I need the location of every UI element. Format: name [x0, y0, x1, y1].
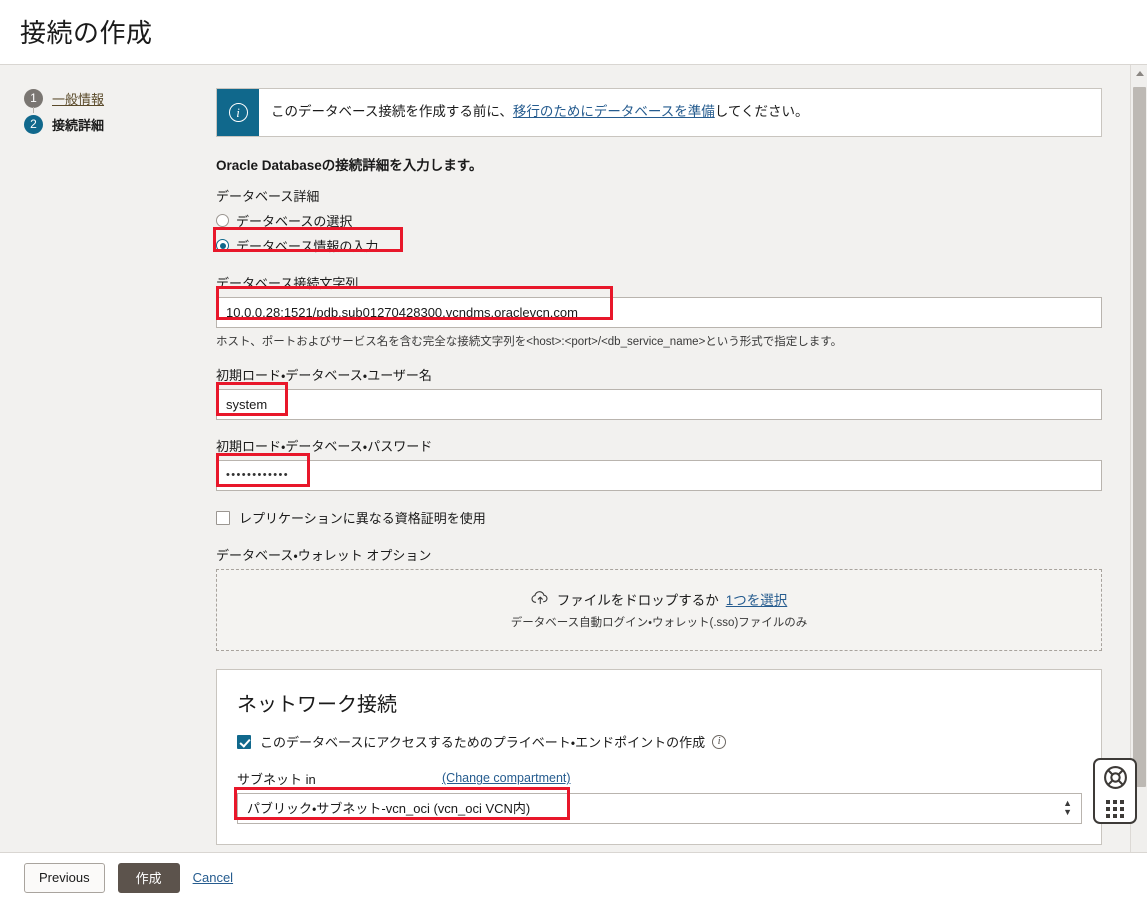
create-connection-page: 接続の作成 1 一般情報 2 接続詳細 i このデータベース接続を作成 — [0, 0, 1147, 902]
replication-credentials-label: レプリケーションに異なる資格証明を使用 — [239, 508, 486, 527]
subnet-header: サブネット in (Change compartment) — [237, 769, 1081, 788]
radio-select-database-label: データベースの選択 — [236, 211, 352, 230]
change-compartment-link[interactable]: (Change compartment) — [442, 771, 571, 785]
prepare-database-link[interactable]: 移行のためにデータベースを準備 — [513, 104, 715, 119]
page-title: 接続の作成 — [20, 13, 153, 50]
radio-select-database-control[interactable] — [216, 214, 229, 227]
wallet-options-label: データベース・ウォレット オプション — [216, 545, 1106, 564]
password-label: 初期ロード・データベース・パスワード — [216, 436, 1106, 455]
radio-select-database[interactable]: データベースの選択 — [216, 210, 1106, 232]
replication-credentials-checkbox-control[interactable] — [216, 511, 230, 525]
username-label: 初期ロード・データベース・ユーザー名 — [216, 365, 1106, 384]
info-icon[interactable]: i — [712, 735, 726, 749]
step-number-1: 1 — [24, 89, 43, 108]
info-banner-text: このデータベース接続を作成する前に、移行のためにデータベースを準備してください。 — [259, 89, 820, 136]
wallet-select-file-link[interactable]: 1つを選択 — [726, 589, 788, 609]
scrollbar-thumb[interactable] — [1133, 87, 1146, 787]
network-connectivity-panel: ネットワーク接続 このデータベースにアクセスするためのプライベート・エンドポイン… — [216, 669, 1102, 845]
info-banner-text-after: してください。 — [715, 104, 809, 119]
info-banner: i このデータベース接続を作成する前に、移行のためにデータベースを準備してくださ… — [216, 88, 1102, 137]
database-details-label: データベース詳細 — [216, 186, 1106, 205]
page-footer: Previous 作成 Cancel — [0, 852, 1147, 902]
subnet-select[interactable]: パブリック・サブネット-vcn_oci (vcn_oci VCN内) ▲▼ — [237, 793, 1082, 824]
network-panel-title: ネットワーク接続 — [237, 688, 1081, 717]
create-button[interactable]: 作成 — [118, 863, 180, 893]
sidebar-item-connection-details[interactable]: 2 接続詳細 — [24, 114, 194, 134]
cloud-upload-icon — [531, 590, 550, 608]
private-endpoint-label: このデータベースにアクセスするためのプライベート・エンドポイントの作成 — [260, 732, 705, 751]
apps-grid-icon[interactable] — [1106, 800, 1124, 818]
step-label-general-info[interactable]: 一般情報 — [52, 89, 104, 108]
username-input[interactable]: system — [216, 389, 1102, 420]
cancel-link[interactable]: Cancel — [193, 870, 233, 885]
replication-credentials-checkbox[interactable]: レプリケーションに異なる資格証明を使用 — [216, 507, 1106, 529]
connection-string-helper: ホスト、ポートおよびサービス名を含む完全な接続文字列を<host>:<port>… — [216, 333, 1106, 349]
radio-enter-database-info[interactable]: データベース情報の入力 — [216, 235, 1106, 257]
chevron-updown-icon: ▲▼ — [1063, 800, 1072, 816]
vertical-scrollbar[interactable] — [1130, 65, 1147, 852]
section-heading: Oracle Databaseの接続詳細を入力します。 — [216, 154, 1106, 174]
wallet-dropzone-subtext: データベース自動ログイン・ウォレット(.sso)ファイルのみ — [511, 614, 808, 630]
subnet-label: サブネット in — [237, 769, 442, 788]
step-number-2: 2 — [24, 115, 43, 134]
info-icon: i — [229, 103, 248, 122]
connection-details-form: i このデータベース接続を作成する前に、移行のためにデータベースを準備してくださ… — [216, 88, 1106, 845]
connection-string-label: データベース接続文字列 — [216, 273, 1106, 292]
private-endpoint-checkbox-control[interactable] — [237, 735, 251, 749]
radio-enter-database-info-label: データベース情報の入力 — [236, 236, 378, 255]
lifebuoy-icon[interactable] — [1103, 765, 1128, 795]
wizard-steps: 1 一般情報 2 接続詳細 — [24, 88, 194, 140]
connection-string-input[interactable]: 10.0.0.28:1521/pdb.sub01270428300.vcndms… — [216, 297, 1102, 328]
scroll-up-button[interactable] — [1131, 65, 1147, 82]
wallet-dropzone[interactable]: ファイルをドロップするか 1つを選択 データベース自動ログイン・ウォレット(.s… — [216, 569, 1102, 651]
page-header: 接続の作成 — [0, 0, 1147, 65]
subnet-select-value: パブリック・サブネット-vcn_oci (vcn_oci VCN内) — [238, 794, 1081, 823]
info-banner-text-before: このデータベース接続を作成する前に、 — [271, 104, 513, 119]
step-connector — [33, 107, 34, 113]
wallet-dropzone-text: ファイルをドロップするか — [557, 589, 719, 609]
chevron-up-icon — [1136, 71, 1144, 76]
password-input[interactable]: •••••••••••• — [216, 460, 1102, 491]
sidebar-item-general-info[interactable]: 1 一般情報 — [24, 88, 194, 108]
wallet-dropzone-line1: ファイルをドロップするか 1つを選択 — [531, 589, 788, 609]
radio-enter-database-info-control[interactable] — [216, 239, 229, 252]
step-label-connection-details: 接続詳細 — [52, 115, 104, 134]
help-widget[interactable] — [1093, 758, 1137, 824]
page-body: 1 一般情報 2 接続詳細 i このデータベース接続を作成する前に、移行のために… — [0, 65, 1147, 852]
info-banner-icon-cell: i — [217, 89, 259, 136]
previous-button[interactable]: Previous — [24, 863, 105, 893]
private-endpoint-checkbox[interactable]: このデータベースにアクセスするためのプライベート・エンドポイントの作成 i — [237, 731, 1081, 753]
